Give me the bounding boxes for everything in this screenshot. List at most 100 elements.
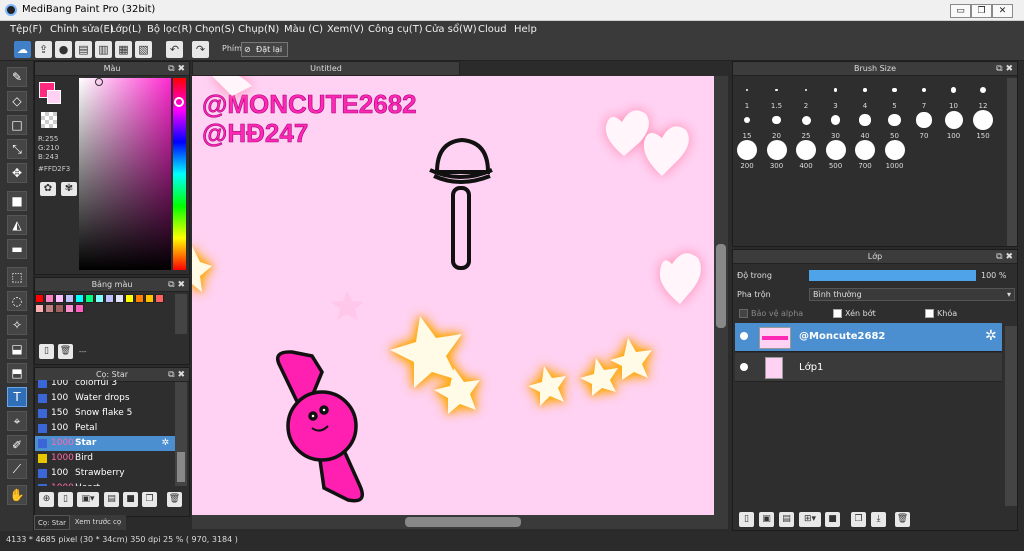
maximize-button[interactable]: ❐ xyxy=(971,4,992,18)
brush-size-dot[interactable] xyxy=(746,89,748,91)
menu-filter[interactable]: Bộ lọc(R) xyxy=(147,24,192,35)
brush-size-dot[interactable] xyxy=(888,113,901,127)
select-brush-tool-icon[interactable]: ⬓ xyxy=(7,339,27,359)
saturation-brightness-picker[interactable] xyxy=(79,78,171,270)
delete-layer-icon[interactable]: 🗑 xyxy=(895,512,910,527)
brush-size-dot[interactable] xyxy=(855,140,875,160)
brush-list-item[interactable]: 100 Petal xyxy=(35,421,175,436)
canvas-vertical-scrollbar[interactable] xyxy=(714,76,728,515)
tab-brush[interactable]: Cọ: Star xyxy=(34,515,70,530)
palette-swatch[interactable] xyxy=(35,304,44,313)
brush-size-dot[interactable] xyxy=(859,114,871,126)
palette-swatch[interactable] xyxy=(45,304,54,313)
hue-slider[interactable] xyxy=(173,78,186,270)
menu-edit[interactable]: Chỉnh sửa(E) xyxy=(50,24,114,35)
menu-tools[interactable]: Công cụ(T) xyxy=(368,24,423,35)
brush-size-dot[interactable] xyxy=(892,87,897,92)
brush-size-dot[interactable] xyxy=(775,88,778,92)
lasso-tool-icon[interactable]: ◌ xyxy=(7,291,27,311)
delete-palette-icon[interactable]: 🗑 xyxy=(58,344,73,359)
palette-swatch[interactable] xyxy=(85,294,94,303)
brush-size-dot[interactable] xyxy=(884,140,905,160)
menu-help[interactable]: Help xyxy=(514,24,537,35)
brush-size-dot[interactable] xyxy=(743,116,751,124)
drawing-canvas[interactable]: @MONCUTE2682 @HĐ247 xyxy=(192,76,714,515)
menu-color[interactable]: Màu (C) xyxy=(284,24,323,35)
panel-close-icon[interactable]: ⧉ ✖ xyxy=(168,278,185,292)
gradient-tool-icon[interactable]: ▬ xyxy=(7,239,27,259)
brush-size-dot[interactable] xyxy=(825,140,846,160)
document-tab[interactable]: Untitled xyxy=(192,61,460,76)
merge-layer-icon[interactable]: ⤓ xyxy=(871,512,886,527)
palette-swatch[interactable] xyxy=(155,294,164,303)
brush-list-item[interactable]: 1000Bird xyxy=(35,451,175,466)
menu-select[interactable]: Chọn(S) xyxy=(195,24,235,35)
brush-scrollbar[interactable] xyxy=(175,382,187,486)
new-brush-icon[interactable]: ▯ xyxy=(58,492,73,507)
canvas-v-thumb[interactable] xyxy=(716,244,726,328)
pan-tool-icon[interactable]: ✋ xyxy=(7,485,27,505)
layer-row-moncute[interactable]: @Moncute2682 ✲ xyxy=(735,323,1002,352)
close-button[interactable]: ✕ xyxy=(992,4,1013,18)
palette-swatch[interactable] xyxy=(65,294,74,303)
eraser-tool-icon[interactable]: ◇ xyxy=(7,91,27,111)
color-settings-icon[interactable]: ✾ xyxy=(61,182,77,196)
background-color-swatch[interactable] xyxy=(47,90,61,104)
hand-tool-icon[interactable]: ✐ xyxy=(7,435,27,455)
add-brush-icon[interactable]: ⊕ xyxy=(39,492,54,507)
brush-list-item[interactable]: 150 Snow flake 5 xyxy=(35,406,175,421)
menu-cloud[interactable]: Cloud xyxy=(478,24,507,35)
brush-size-dot[interactable] xyxy=(830,115,841,125)
transparent-color-icon[interactable] xyxy=(41,112,57,128)
gear-icon[interactable]: ✲ xyxy=(161,436,169,451)
palette-swatch[interactable] xyxy=(65,304,74,313)
canvas-horizontal-scrollbar[interactable] xyxy=(192,515,728,529)
menu-view[interactable]: Xem(V) xyxy=(327,24,364,35)
brush-list-item[interactable]: 100 Water drops xyxy=(35,391,175,406)
brush-size-dot[interactable] xyxy=(863,88,867,92)
protect-alpha-checkbox[interactable] xyxy=(739,309,748,318)
document-icon[interactable]: ▥ xyxy=(95,41,112,58)
brush-size-dot[interactable] xyxy=(801,115,811,125)
palette-swatch[interactable] xyxy=(45,294,54,303)
opacity-slider[interactable] xyxy=(809,270,976,281)
eyedropper-tool-icon[interactable]: ⟋ xyxy=(7,459,27,479)
color-wheel-icon[interactable]: ✿ xyxy=(40,182,56,196)
palette-swatch[interactable] xyxy=(55,304,64,313)
brush-size-dot[interactable] xyxy=(916,112,932,128)
new-layer-icon[interactable]: ▯ xyxy=(739,512,754,527)
brush-size-dot[interactable] xyxy=(973,110,993,130)
move-tool-icon[interactable]: ✥ xyxy=(7,163,27,183)
palette-swatch[interactable] xyxy=(95,294,104,303)
fill-rect-tool-icon[interactable]: ■ xyxy=(7,191,27,211)
brush-list-item[interactable]: 100 colorful 3 xyxy=(35,380,175,391)
clipping-checkbox[interactable] xyxy=(833,309,842,318)
magic-wand-tool-icon[interactable]: ✧ xyxy=(7,315,27,335)
brush-size-dot[interactable] xyxy=(804,88,808,92)
brush-size-dot[interactable] xyxy=(772,115,781,125)
new-halftone-layer-icon[interactable]: ▣ xyxy=(759,512,774,527)
brush-list-item[interactable]: 100 Strawberry xyxy=(35,466,175,481)
minimize-button[interactable]: ▭ xyxy=(950,4,971,18)
brush-scroll-thumb[interactable] xyxy=(177,452,185,482)
undo-button[interactable]: ↶ xyxy=(166,41,183,58)
brush-size-dot[interactable] xyxy=(950,87,957,93)
redo-button[interactable]: ↷ xyxy=(192,41,209,58)
chart-icon[interactable]: ▧ xyxy=(135,41,152,58)
brush-size-dot[interactable] xyxy=(833,88,838,92)
brush-size-dot[interactable] xyxy=(944,111,963,129)
bucket-tool-icon[interactable]: ◭ xyxy=(7,215,27,235)
panel-close-icon[interactable]: ⧉ ✖ xyxy=(996,250,1013,264)
brush-settings-icon[interactable]: ▤ xyxy=(104,492,119,507)
menu-file[interactable]: Tệp(F) xyxy=(10,24,42,35)
brush-menu-icon[interactable]: ▣▾ xyxy=(77,492,99,507)
brush-folder-icon[interactable]: ■ xyxy=(123,492,138,507)
duplicate-layer-icon[interactable]: ❐ xyxy=(851,512,866,527)
brush-list-item[interactable]: 1000Star ✲ xyxy=(35,436,175,451)
brush-list-item[interactable]: 1000Heart xyxy=(35,481,175,486)
cloud-icon[interactable]: ☁ xyxy=(14,41,31,58)
canvas-h-thumb[interactable] xyxy=(405,517,521,527)
tab-brush-preview[interactable]: Xem trước cọ xyxy=(70,515,126,530)
reset-button[interactable]: ⊘ Đặt lại xyxy=(241,42,288,57)
palette-swatch[interactable] xyxy=(125,294,134,303)
